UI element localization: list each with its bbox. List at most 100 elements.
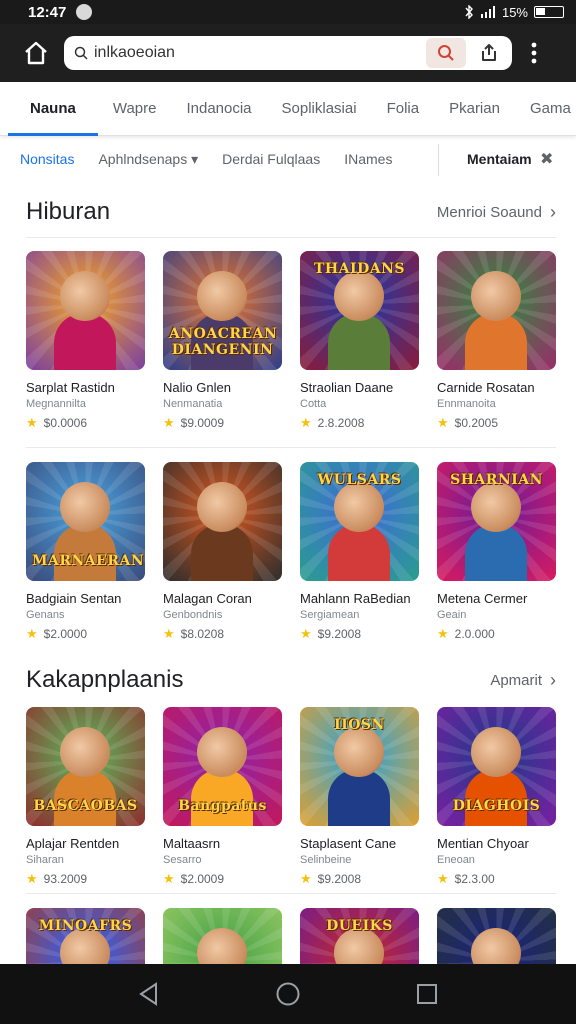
star-icon: ★ <box>300 415 312 430</box>
recents-button[interactable] <box>407 974 447 1014</box>
game-logo: MARNAERAN <box>32 553 145 569</box>
app-thumbnail[interactable]: Bangpatus <box>163 707 282 826</box>
app-thumbnail[interactable]: BASCAOBAS <box>26 707 145 826</box>
back-button[interactable] <box>129 974 169 1014</box>
app-name[interactable]: Aplajar Rentden <box>26 836 145 851</box>
app-card[interactable]: SHARNIAN Metena Cermer Geain ★ 2.0.000 <box>437 462 556 642</box>
section-more-label: Apmarit <box>490 671 542 689</box>
game-logo: DIAGHOIS <box>452 798 541 814</box>
app-card[interactable]: Bangpatus Maltaasrn Sesarro ★ $2.0009 <box>163 707 282 887</box>
tab-nauna[interactable]: Nauna <box>8 82 98 136</box>
app-rating: ★ $0.2005 <box>437 415 556 431</box>
filter-dropdown[interactable]: Aphlndsenaps ▾ <box>98 151 198 168</box>
filter-inames[interactable]: INames <box>344 151 392 167</box>
character-body <box>328 524 390 581</box>
search-button[interactable] <box>426 38 466 68</box>
game-logo: MINOAFRS <box>38 918 133 934</box>
notification-icon <box>76 4 93 20</box>
back-icon <box>139 982 158 1006</box>
character-head <box>60 271 110 321</box>
tab-gama[interactable]: Gama <box>515 82 576 136</box>
app-name[interactable]: Mahlann RaBedian <box>300 591 419 606</box>
app-developer: Sergiamean <box>300 609 360 621</box>
app-rating: ★ 2.8.2008 <box>300 415 419 431</box>
character-head <box>60 482 110 532</box>
app-developer: Sesarro <box>163 854 202 866</box>
app-name[interactable]: Metena Cermer <box>437 591 556 606</box>
rating-value: $2.0000 <box>43 627 88 641</box>
close-icon[interactable]: ✖ <box>540 140 553 178</box>
tab-indanocia[interactable]: Indanocia <box>171 82 266 136</box>
app-name[interactable]: Sarplat Rastidn <box>26 380 145 395</box>
app-card[interactable]: DIAGHOIS Mentian Chyoar Eneoan ★ $2.3.00 <box>437 707 556 887</box>
app-card[interactable]: Sarplat Rastidn Megnannilta ★ $0.0006 <box>26 251 145 431</box>
character-head <box>471 271 521 321</box>
tab-folia[interactable]: Folia <box>372 82 435 136</box>
home-button[interactable] <box>18 35 54 71</box>
app-thumbnail[interactable]: DIAGHOIS <box>437 707 556 826</box>
character-body <box>54 313 116 370</box>
filter-mention[interactable]: Mentaiam <box>467 140 532 178</box>
filter-divider <box>438 144 439 176</box>
app-thumbnail[interactable]: SHARNIAN <box>437 462 556 581</box>
tab-pkarian[interactable]: Pkarian <box>434 82 515 136</box>
app-thumbnail[interactable]: ANOACREAN DIANGENIN <box>163 251 282 370</box>
app-thumbnail[interactable] <box>163 462 282 581</box>
app-rating: ★ $8.0208 <box>163 626 282 642</box>
app-developer: Ennmanoita <box>437 398 496 410</box>
more-menu-button[interactable] <box>522 35 546 71</box>
app-thumbnail[interactable] <box>26 251 145 370</box>
character-head <box>197 271 247 321</box>
app-name[interactable]: Maltaasrn <box>163 836 282 851</box>
app-name[interactable]: Nalio Gnlen <box>163 380 282 395</box>
tab-sopliklasiai[interactable]: Sopliklasiai <box>267 82 372 136</box>
search-icon <box>438 45 454 61</box>
app-name[interactable]: Straolian Daane <box>300 380 419 395</box>
app-card[interactable]: WULSARS Mahlann RaBedian Sergiamean ★ $9.200… <box>300 462 419 642</box>
app-thumbnail[interactable] <box>437 251 556 370</box>
home-nav-button[interactable] <box>268 974 308 1014</box>
app-thumbnail[interactable]: IIOSN <box>300 707 419 826</box>
tab-wapre[interactable]: Wapre <box>98 82 172 136</box>
game-logo: SHARNIAN <box>450 472 543 488</box>
rating-value: 93.2009 <box>43 872 88 886</box>
share-button[interactable] <box>472 38 506 68</box>
app-rating: ★ $2.0009 <box>163 871 282 887</box>
app-name[interactable]: Staplasent Cane <box>300 836 419 851</box>
app-thumbnail[interactable]: MARNAERAN <box>26 462 145 581</box>
filter-nonsitas[interactable]: Nonsitas <box>20 151 74 167</box>
address-bar[interactable]: inlkaoeoian <box>64 36 512 70</box>
app-card[interactable]: Carnide Rosatan Ennmanoita ★ $0.2005 <box>437 251 556 431</box>
app-rating: ★ 2.0.000 <box>437 626 556 642</box>
star-icon: ★ <box>437 626 449 641</box>
character-head <box>334 482 384 532</box>
app-card[interactable]: MARNAERAN Badgiain Sentan Genans ★ $2.0000 <box>26 462 145 642</box>
app-card[interactable]: ANOACREAN DIANGENIN Nalio Gnlen Nenmanatia… <box>163 251 282 431</box>
app-card[interactable]: THAIDANS Straolian Daane Cotta ★ 2.8.2008 <box>300 251 419 431</box>
star-icon: ★ <box>163 415 175 430</box>
section-more-link[interactable]: Apmarit › <box>490 670 556 691</box>
section-more-link[interactable]: Menrioi Soaund › <box>437 202 556 223</box>
app-name[interactable]: Mentian Chyoar <box>437 836 556 851</box>
section-title: Kakapnplaanis <box>26 666 184 693</box>
app-name[interactable]: Badgiain Sentan <box>26 591 145 606</box>
signal-icon <box>480 6 495 18</box>
divider <box>26 237 556 238</box>
app-name[interactable]: Carnide Rosatan <box>437 380 556 395</box>
app-card[interactable]: BASCAOBAS Aplajar Rentden Siharan ★ 93.2009 <box>26 707 145 887</box>
app-thumbnail[interactable]: THAIDANS <box>300 251 419 370</box>
app-thumbnail[interactable]: WULSARS <box>300 462 419 581</box>
battery-icon <box>534 6 564 18</box>
app-card[interactable]: IIOSN Staplasent Cane Selinbeine ★ $9.2008 <box>300 707 419 887</box>
filter-derdai[interactable]: Derdai Fulqlaas <box>222 151 320 167</box>
app-name[interactable]: Malagan Coran <box>163 591 282 606</box>
search-icon <box>74 46 88 60</box>
character-body <box>191 524 253 581</box>
app-developer: Siharan <box>26 854 64 866</box>
app-card[interactable]: Malagan Coran Genbondnis ★ $8.0208 <box>163 462 282 642</box>
rating-value: 2.8.2008 <box>317 416 365 430</box>
app-developer: Genans <box>26 609 65 621</box>
app-developer: Genbondnis <box>163 609 223 621</box>
app-rating: ★ 93.2009 <box>26 871 145 887</box>
url-text[interactable]: inlkaoeoian <box>94 44 420 62</box>
